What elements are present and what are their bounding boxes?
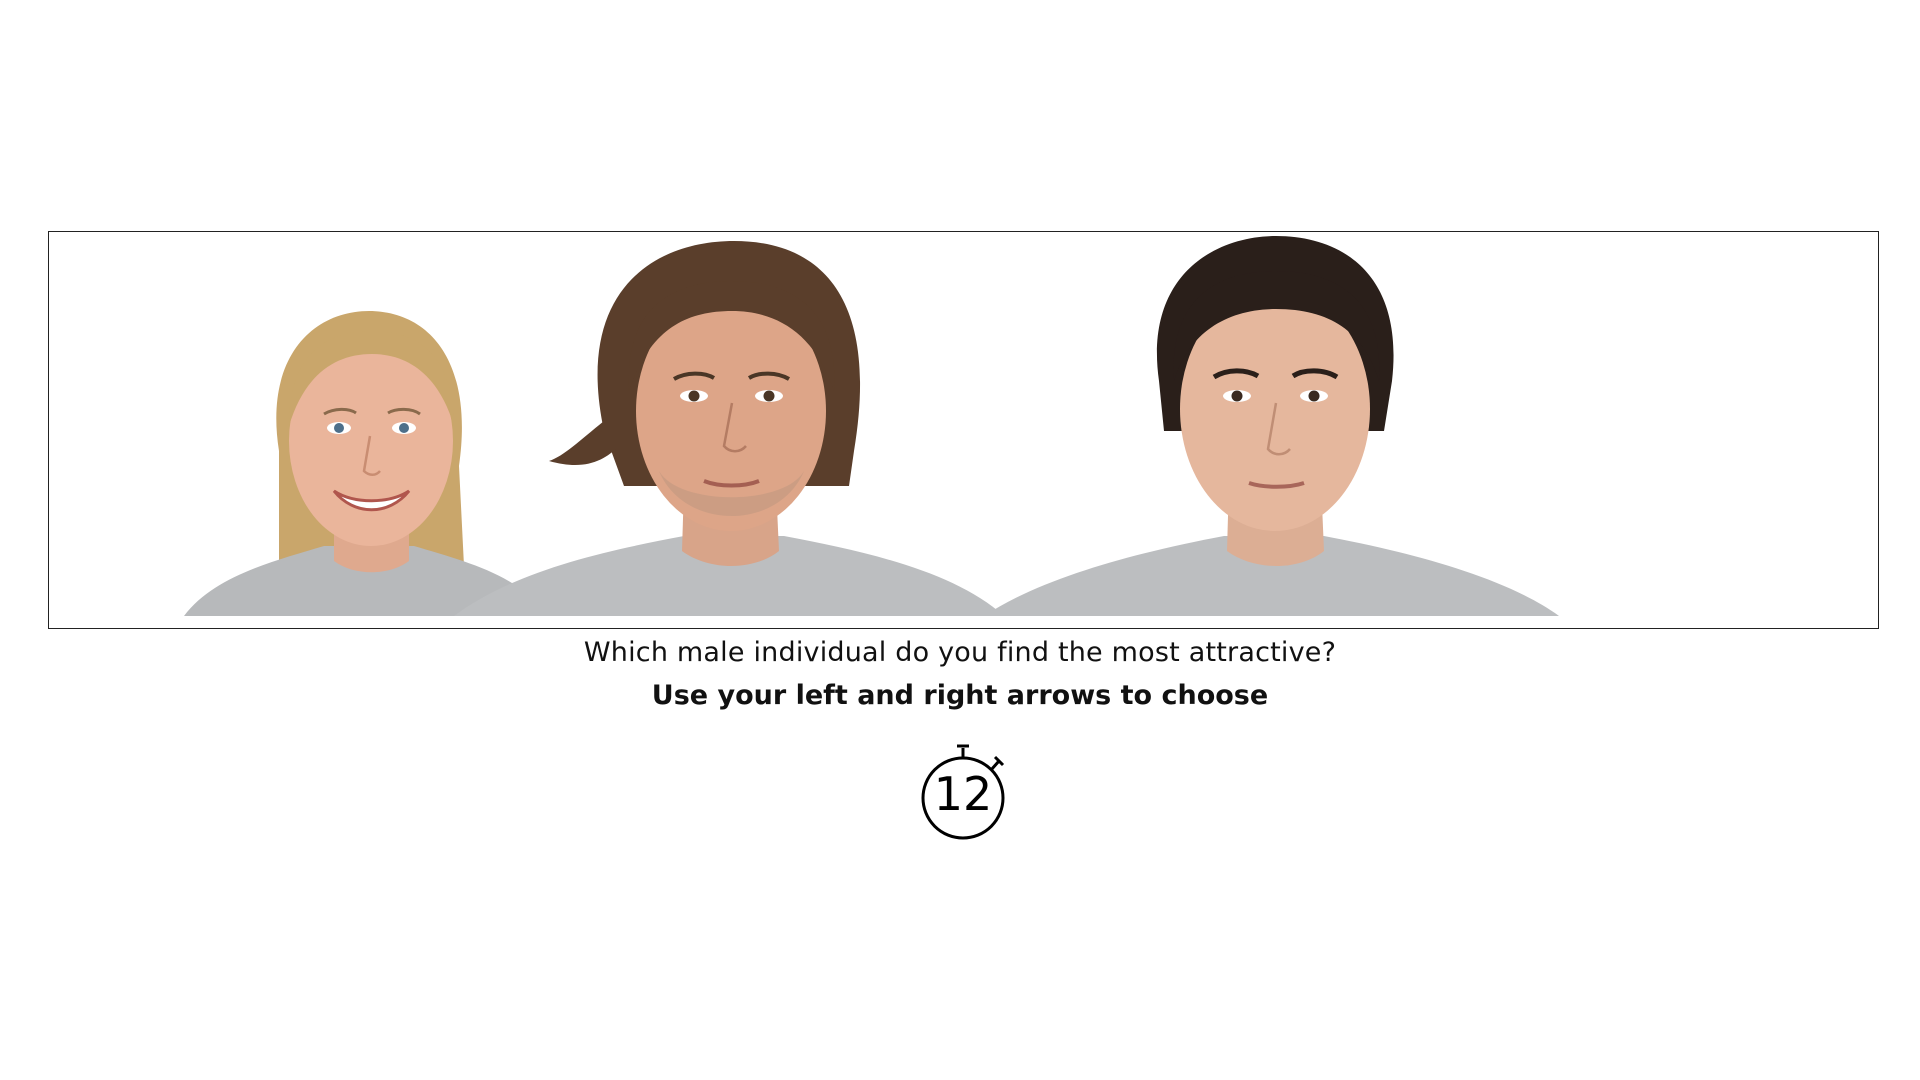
instruction-text: Use your left and right arrows to choose: [651, 680, 1269, 711]
face-image-panel: [48, 231, 1879, 629]
timer-seconds: 12: [933, 767, 993, 821]
male-face-left-image[interactable]: [454, 231, 1004, 616]
experiment-screen: Which male individual do you find the mo…: [0, 0, 1920, 1080]
male-face-right-image[interactable]: [984, 231, 1559, 616]
countdown-timer: 12: [917, 740, 1013, 846]
question-text: Which male individual do you find the mo…: [583, 637, 1337, 668]
